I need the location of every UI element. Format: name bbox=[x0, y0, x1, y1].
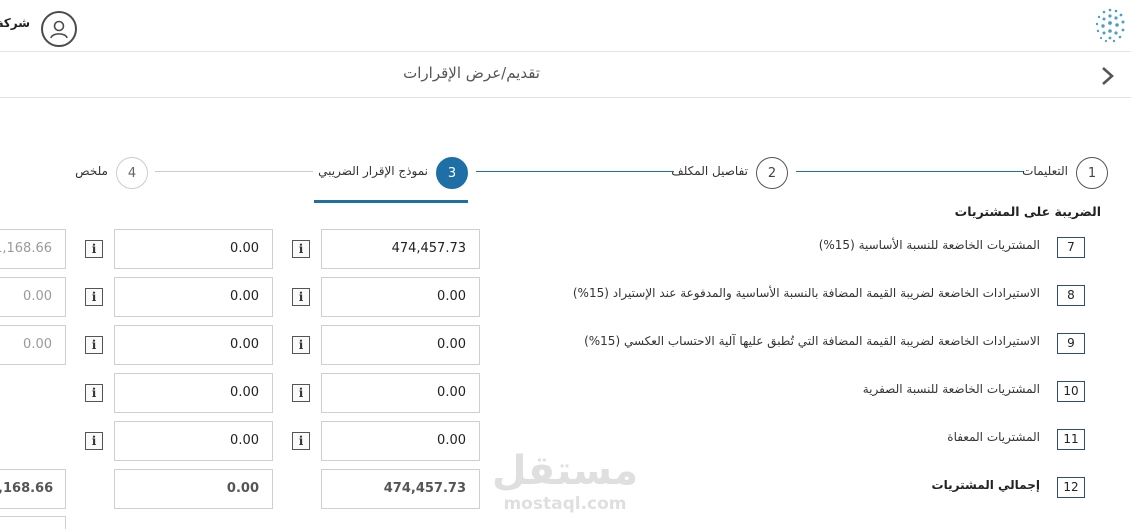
step-connector bbox=[796, 171, 1024, 172]
vat-amount-field: 0.00 bbox=[0, 277, 66, 317]
top-bar: شركة bbox=[0, 0, 1131, 52]
row-label: المشتريات الخاضعة للنسبة الأساسية (15%) bbox=[818, 238, 1040, 252]
info-icon[interactable]: i bbox=[85, 288, 103, 306]
step-connector bbox=[155, 171, 313, 172]
watermark-latin: mostaql.com bbox=[503, 494, 627, 514]
info-icon[interactable]: i bbox=[85, 240, 103, 258]
amount-input[interactable]: 0.00 bbox=[321, 325, 480, 365]
title-bar: تقديم/عرض الإقرارات bbox=[0, 52, 1131, 98]
partial-field bbox=[0, 516, 66, 529]
info-icon[interactable]: i bbox=[292, 432, 310, 450]
adjustment-input[interactable]: 0.00 bbox=[114, 229, 273, 269]
info-icon[interactable]: i bbox=[292, 288, 310, 306]
step-2-label[interactable]: تفاصيل المكلف bbox=[660, 164, 748, 178]
adjustment-input[interactable]: 0.00 bbox=[114, 277, 273, 317]
section-title: الضريبة على المشتريات bbox=[954, 204, 1101, 219]
step-1-circle[interactable]: 1 bbox=[1076, 157, 1108, 189]
table-row: 7 المشتريات الخاضعة للنسبة الأساسية (15%… bbox=[0, 229, 1131, 269]
adjustment-input[interactable]: 0.00 bbox=[114, 373, 273, 413]
row-number: 7 bbox=[1057, 237, 1085, 258]
row-number: 8 bbox=[1057, 285, 1085, 306]
progress-stepper: 1 التعليمات 2 تفاصيل المكلف 3 نموذج الإق… bbox=[0, 150, 1131, 204]
table-row: 9 الاستيرادات الخاضعة لضريبة القيمة المض… bbox=[0, 325, 1131, 365]
step-4-label[interactable]: ملخص bbox=[60, 164, 108, 178]
row-label: الاستيرادات الخاضعة لضريبة القيمة المضاف… bbox=[572, 286, 1040, 300]
row-label: الاستيرادات الخاضعة لضريبة القيمة المضاف… bbox=[584, 334, 1040, 348]
info-icon[interactable]: i bbox=[85, 384, 103, 402]
step-4-circle[interactable]: 4 bbox=[116, 157, 148, 189]
adjustment-input[interactable]: 0.00 bbox=[114, 325, 273, 365]
page-title: تقديم/عرض الإقرارات bbox=[403, 64, 540, 82]
amount-input[interactable]: 0.00 bbox=[321, 373, 480, 413]
table-row: 8 الاستيرادات الخاضعة لضريبة القيمة المض… bbox=[0, 277, 1131, 317]
info-icon[interactable]: i bbox=[292, 336, 310, 354]
info-icon[interactable]: i bbox=[85, 432, 103, 450]
user-icon[interactable] bbox=[41, 11, 77, 47]
row-number: 12 bbox=[1057, 477, 1085, 498]
active-step-indicator bbox=[314, 200, 468, 203]
row-label: المشتريات الخاضعة للنسبة الصفرية bbox=[862, 382, 1040, 396]
dotted-sphere-logo bbox=[1090, 4, 1128, 46]
table-row: 10 المشتريات الخاضعة للنسبة الصفرية 0.00… bbox=[0, 373, 1131, 413]
info-icon[interactable]: i bbox=[292, 384, 310, 402]
amount-input[interactable]: 0.00 bbox=[321, 421, 480, 461]
step-2-circle[interactable]: 2 bbox=[756, 157, 788, 189]
row-number: 9 bbox=[1057, 333, 1085, 354]
company-label[interactable]: شركة bbox=[0, 16, 30, 30]
adjustment-input[interactable]: 0.00 bbox=[114, 421, 273, 461]
total-vat-field: 1,168.66 bbox=[0, 469, 66, 509]
row-number: 10 bbox=[1057, 381, 1085, 402]
step-3-label[interactable]: نموذج الإقرار الضريبي bbox=[300, 164, 428, 178]
chevron-right-icon[interactable] bbox=[1100, 65, 1116, 87]
info-icon[interactable]: i bbox=[292, 240, 310, 258]
total-adjustment-field: 0.00 bbox=[114, 469, 273, 509]
info-icon[interactable]: i bbox=[85, 336, 103, 354]
amount-input[interactable]: 0.00 bbox=[321, 277, 480, 317]
row-number: 11 bbox=[1057, 429, 1085, 450]
watermark: مستقل mostaql.com bbox=[490, 448, 640, 520]
row-label: المشتريات المعفاة bbox=[947, 430, 1040, 444]
watermark-arabic: مستقل bbox=[491, 448, 639, 494]
total-amount-field: 474,457.73 bbox=[321, 469, 480, 509]
amount-input[interactable]: 474,457.73 bbox=[321, 229, 480, 269]
vat-amount-field: 1,168.66 bbox=[0, 229, 66, 269]
step-1-label[interactable]: التعليمات bbox=[1000, 164, 1068, 178]
step-3-circle[interactable]: 3 bbox=[436, 157, 468, 189]
vat-amount-field: 0.00 bbox=[0, 325, 66, 365]
step-connector bbox=[476, 171, 674, 172]
